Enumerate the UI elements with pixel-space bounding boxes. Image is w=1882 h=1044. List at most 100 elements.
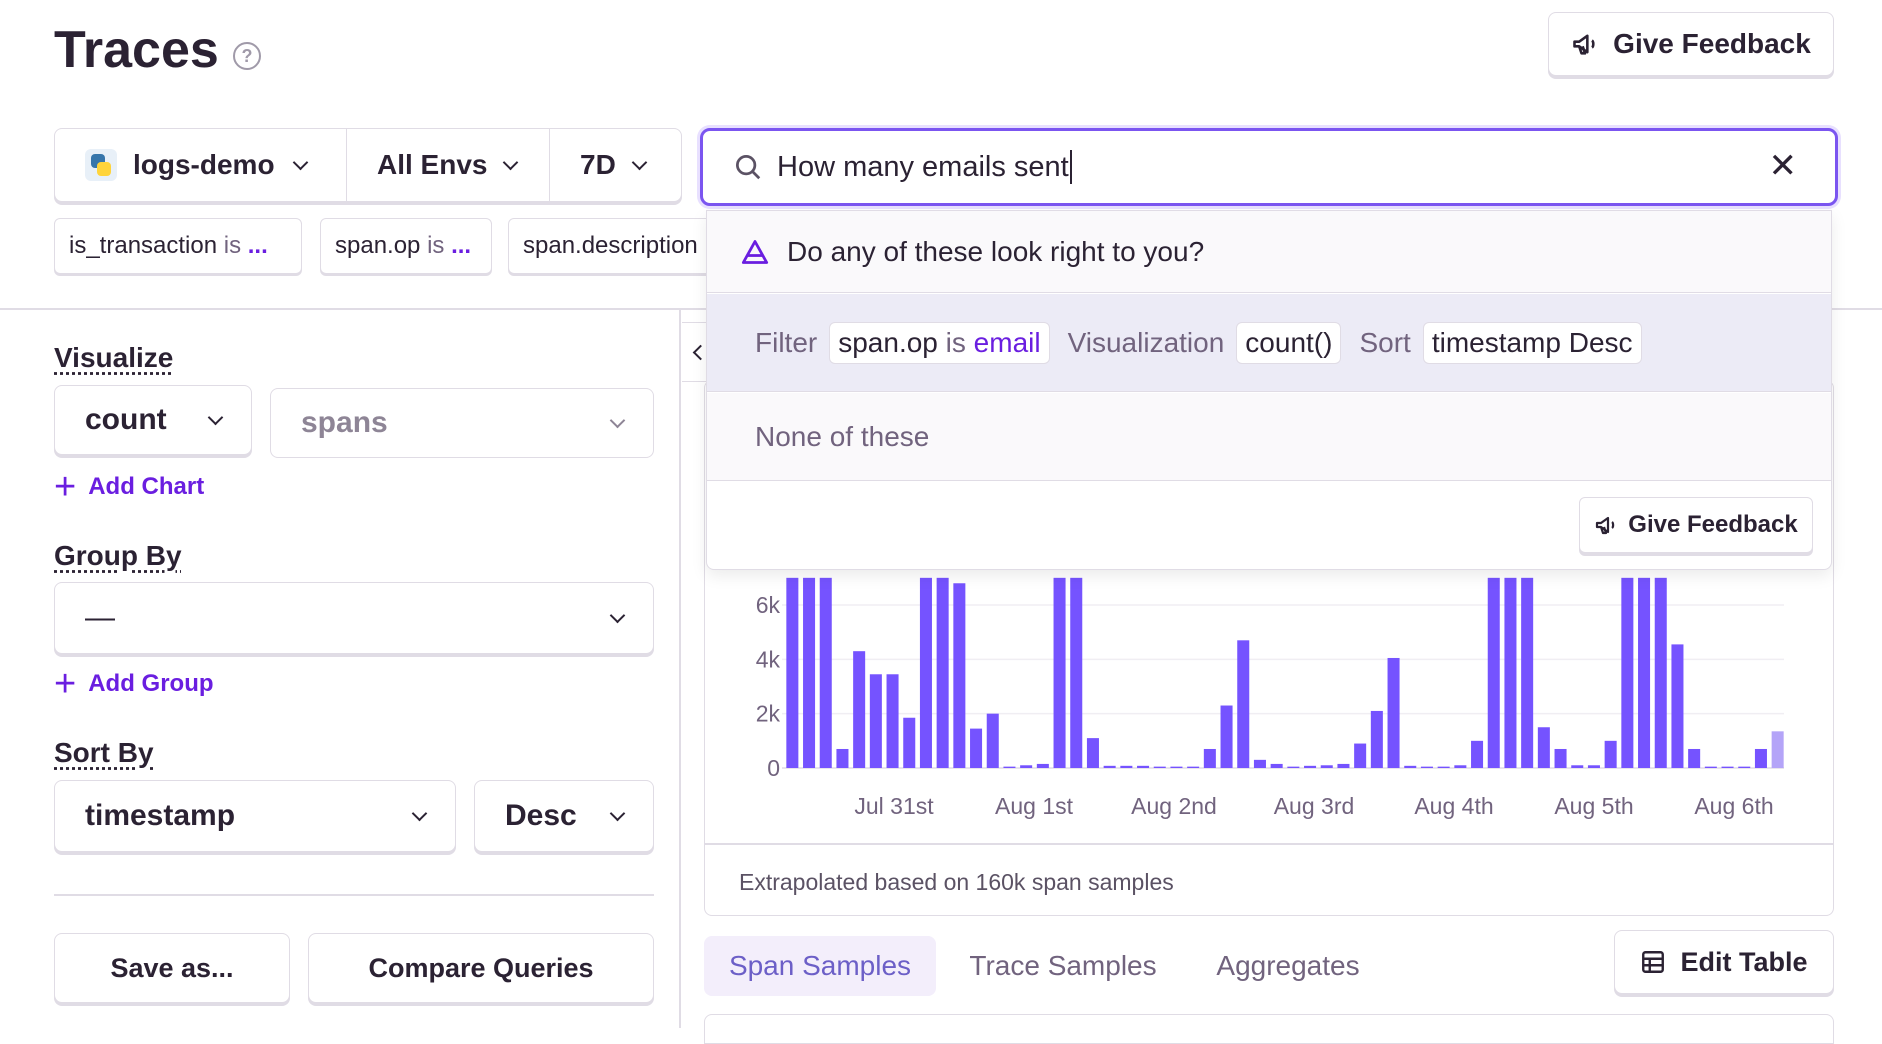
chart-bar[interactable] bbox=[803, 577, 816, 768]
suggestions-header: Do any of these look right to you? bbox=[707, 211, 1831, 293]
chart-bar[interactable] bbox=[1304, 765, 1317, 768]
filter-op: is bbox=[945, 326, 966, 358]
chart-bar[interactable] bbox=[1654, 577, 1667, 768]
give-feedback-button[interactable]: Give Feedback bbox=[1548, 12, 1834, 76]
none-of-these-option[interactable]: None of these bbox=[707, 393, 1831, 481]
chart-bar[interactable] bbox=[1153, 766, 1166, 768]
field-select[interactable]: spans bbox=[270, 388, 654, 458]
add-group-button[interactable]: + Add Group bbox=[54, 665, 214, 703]
chart-bar[interactable] bbox=[1187, 766, 1200, 768]
dropdown-give-feedback-button[interactable]: Give Feedback bbox=[1579, 497, 1813, 553]
chart-bar[interactable] bbox=[1337, 763, 1350, 768]
chart-bar[interactable] bbox=[1003, 766, 1016, 768]
add-chart-button[interactable]: + Add Chart bbox=[54, 468, 204, 506]
chart-bar[interactable] bbox=[1471, 740, 1484, 768]
search-value: How many emails sent bbox=[777, 150, 1069, 183]
save-as-button[interactable]: Save as... bbox=[54, 933, 290, 1003]
chart-bar[interactable] bbox=[1688, 748, 1701, 768]
period-label: 7D bbox=[580, 149, 616, 180]
chart-bar[interactable] bbox=[1370, 710, 1383, 768]
tab-trace-samples[interactable]: Trace Samples bbox=[950, 936, 1176, 996]
chart-bar[interactable] bbox=[1554, 748, 1567, 768]
chart-bar[interactable] bbox=[1454, 765, 1467, 768]
clear-search-icon[interactable]: ✕ bbox=[1769, 149, 1798, 183]
env-selector[interactable]: All Envs bbox=[347, 129, 550, 201]
chart-bar[interactable] bbox=[786, 577, 799, 768]
chart-bar[interactable] bbox=[1504, 577, 1517, 768]
chart-bar[interactable] bbox=[1671, 644, 1684, 768]
chart-bar[interactable] bbox=[953, 583, 966, 768]
tab-label: Aggregates bbox=[1216, 950, 1360, 981]
chart-bar[interactable] bbox=[1537, 727, 1550, 768]
tab-span-samples[interactable]: Span Samples bbox=[704, 936, 936, 996]
chart-bar[interactable] bbox=[1287, 766, 1300, 768]
page-filter-bar: logs-demo All Envs 7D bbox=[54, 128, 682, 202]
visualize-label: Visualize bbox=[54, 342, 174, 373]
chart-bar[interactable] bbox=[1354, 743, 1367, 768]
chart-bar[interactable] bbox=[1103, 765, 1116, 768]
compare-queries-button[interactable]: Compare Queries bbox=[308, 933, 654, 1003]
filter-pill-span-op[interactable]: span.op is ... bbox=[320, 218, 492, 274]
chart-bar[interactable] bbox=[1053, 577, 1066, 768]
search-input[interactable]: How many emails sent ✕ bbox=[700, 128, 1838, 206]
x-tick-label: Aug 3rd bbox=[1274, 793, 1355, 819]
sort-field-select[interactable]: timestamp bbox=[54, 780, 456, 852]
chart-bar[interactable] bbox=[1237, 640, 1250, 768]
chart-bar[interactable] bbox=[1487, 577, 1500, 768]
groupby-select[interactable]: — bbox=[54, 582, 654, 654]
chart-bar[interactable] bbox=[1604, 740, 1617, 768]
project-selector[interactable]: logs-demo bbox=[55, 129, 347, 201]
chart-bar[interactable] bbox=[1754, 748, 1767, 768]
chart-bar[interactable] bbox=[1420, 766, 1433, 768]
chart-bar[interactable] bbox=[1086, 738, 1099, 768]
help-icon[interactable]: ? bbox=[233, 42, 261, 70]
chart-bar[interactable] bbox=[1220, 705, 1233, 768]
chart-bar[interactable] bbox=[1738, 766, 1751, 768]
plus-icon: + bbox=[54, 466, 77, 508]
chart-bar[interactable] bbox=[1721, 766, 1734, 768]
chart-bar[interactable] bbox=[1704, 766, 1717, 768]
filter-pill-span-description[interactable]: span.description bbox=[508, 218, 728, 274]
chart-bar[interactable] bbox=[1036, 763, 1049, 768]
chart-bar[interactable] bbox=[819, 577, 832, 768]
chart-bar[interactable] bbox=[1587, 765, 1600, 768]
chart-bar[interactable] bbox=[1571, 765, 1584, 768]
tab-aggregates[interactable]: Aggregates bbox=[1198, 936, 1378, 996]
chart-bar[interactable] bbox=[836, 748, 849, 768]
chart-bar[interactable] bbox=[986, 713, 999, 768]
chart-bar[interactable] bbox=[1170, 766, 1183, 768]
chevron-down-icon bbox=[631, 154, 648, 170]
filter-pill-is-transaction[interactable]: is_transaction is ... bbox=[54, 218, 302, 274]
chart-bar[interactable] bbox=[1404, 765, 1417, 768]
chart-bar[interactable] bbox=[1387, 657, 1400, 768]
chart-bar[interactable] bbox=[970, 728, 983, 768]
edit-table-button[interactable]: Edit Table bbox=[1614, 930, 1834, 994]
aggregate-value: count bbox=[85, 403, 167, 436]
chart-bar[interactable] bbox=[1621, 577, 1634, 768]
chart-bar[interactable] bbox=[886, 674, 899, 768]
chevron-down-icon bbox=[207, 409, 224, 425]
chart-bar[interactable] bbox=[1203, 748, 1216, 768]
sort-direction-select[interactable]: Desc bbox=[474, 780, 654, 852]
chart-bar[interactable] bbox=[1270, 763, 1283, 768]
chart-bar[interactable] bbox=[903, 717, 916, 768]
chart-bar[interactable] bbox=[853, 651, 866, 768]
chart-bar[interactable] bbox=[919, 577, 932, 768]
chart-bar[interactable] bbox=[1771, 731, 1784, 768]
chart-bar[interactable] bbox=[1020, 765, 1033, 768]
chevron-down-icon bbox=[609, 412, 626, 428]
chart-bar[interactable] bbox=[1437, 766, 1450, 768]
chart-bar[interactable] bbox=[1070, 577, 1083, 768]
chart-bar[interactable] bbox=[1521, 577, 1534, 768]
chart-bar[interactable] bbox=[1320, 765, 1333, 768]
chart-bar[interactable] bbox=[1253, 759, 1266, 768]
megaphone-icon bbox=[1573, 34, 1595, 55]
chart-bar[interactable] bbox=[936, 577, 949, 768]
aggregate-select[interactable]: count bbox=[54, 385, 252, 455]
chart-bar[interactable] bbox=[1137, 765, 1150, 768]
chart-bar[interactable] bbox=[869, 674, 882, 768]
chart-bar[interactable] bbox=[1638, 577, 1651, 768]
suggestion-option[interactable]: Filter span.op is email Visualization co… bbox=[707, 294, 1831, 392]
period-selector[interactable]: 7D bbox=[550, 129, 681, 201]
chart-bar[interactable] bbox=[1120, 765, 1133, 768]
